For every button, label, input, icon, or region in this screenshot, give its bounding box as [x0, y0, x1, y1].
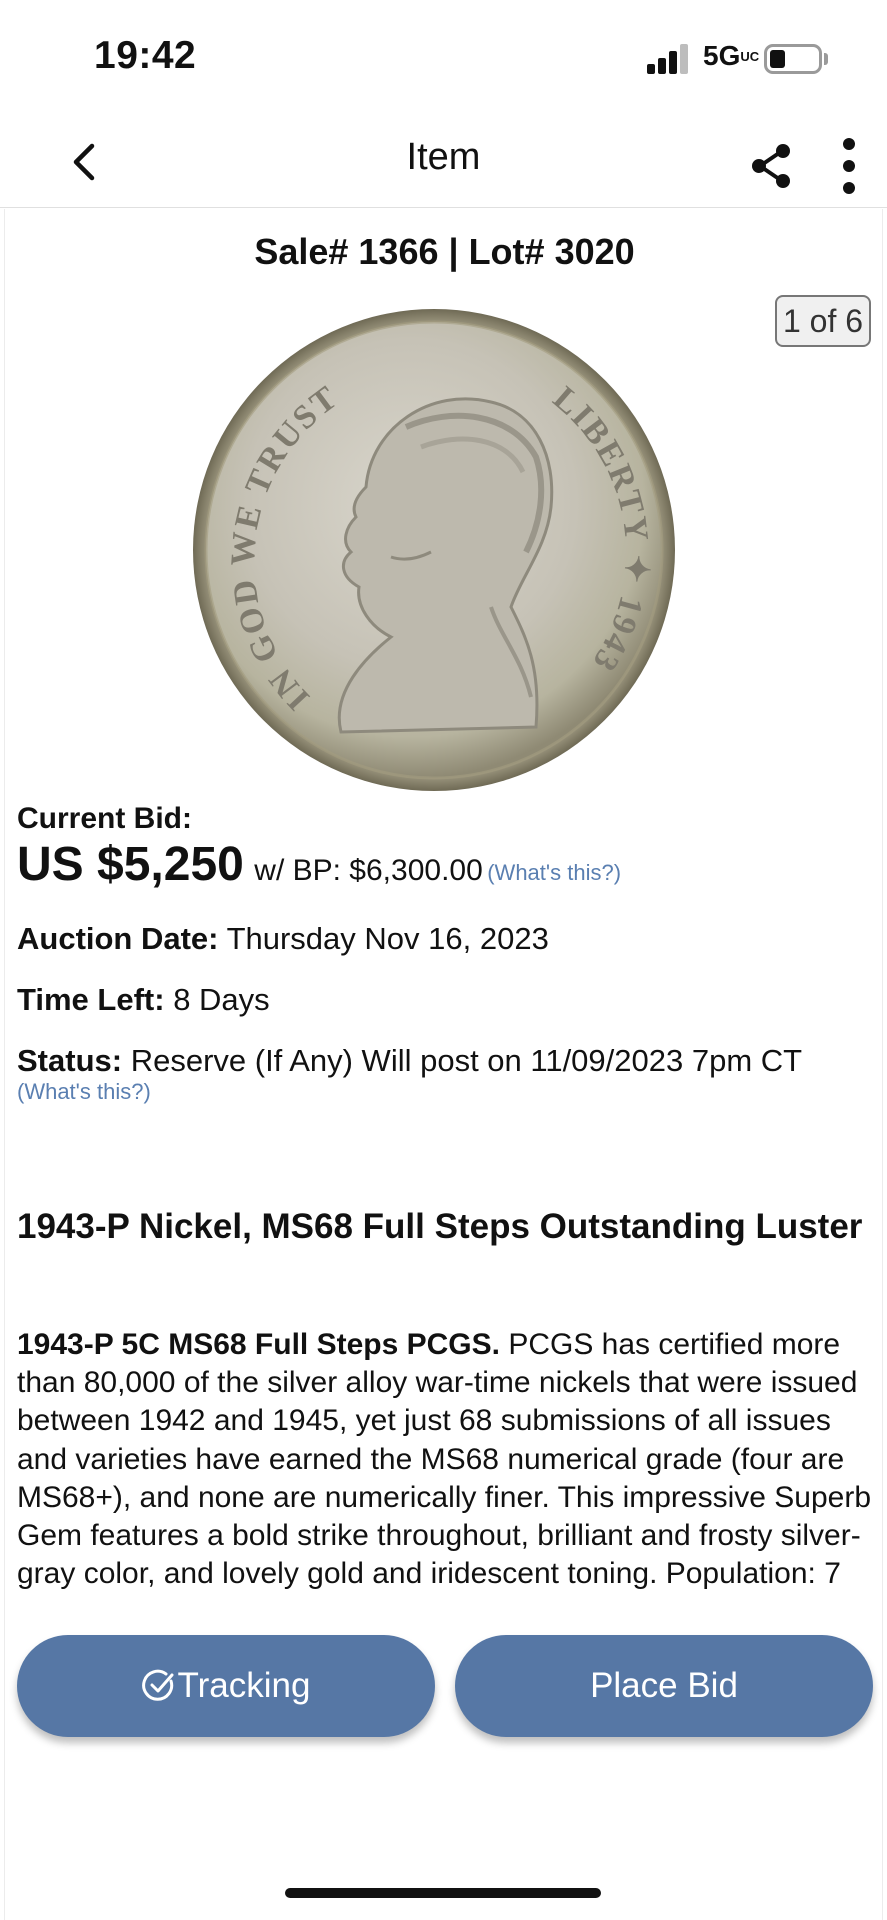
battery-icon: [764, 44, 822, 74]
image-counter[interactable]: 1 of 6: [775, 295, 871, 347]
share-icon: [752, 144, 790, 188]
network-suffix: UC: [740, 49, 760, 64]
signal-bars-icon: [647, 44, 689, 74]
time-left-label: Time Left:: [17, 982, 165, 1017]
tracking-button[interactable]: Tracking: [17, 1635, 435, 1737]
lot-description: 1943-P 5C MS68 Full Steps PCGS. PCGS has…: [17, 1326, 879, 1617]
current-bid-amount: US $5,250: [17, 838, 244, 891]
whats-this-status-link[interactable]: (What's this?): [17, 1079, 151, 1105]
tracking-label: Tracking: [177, 1666, 311, 1705]
coin-image[interactable]: IN GOD WE TRUST LIBERTY ✦ 1943: [191, 307, 677, 793]
time-left-row: Time Left: 8 Days: [17, 982, 270, 1018]
current-bid-row: US $5,250 w/ BP: $6,300.00 (What's this?…: [17, 837, 621, 892]
more-options-button[interactable]: [830, 136, 868, 196]
lot-headline: 1943-P Nickel, MS68 Full Steps Outstandi…: [17, 1207, 863, 1246]
time-left-value: 8 Days: [173, 982, 270, 1017]
place-bid-button[interactable]: Place Bid: [455, 1635, 873, 1737]
auction-date-value: Thursday Nov 16, 2023: [226, 921, 549, 956]
description-body: PCGS has certified more than 80,000 of t…: [17, 1328, 872, 1591]
more-vertical-icon: [843, 138, 855, 194]
nav-bar: Item: [0, 118, 887, 208]
current-bid-label: Current Bid:: [17, 802, 192, 835]
whats-this-bp-link[interactable]: (What's this?): [487, 860, 621, 885]
place-bid-label: Place Bid: [590, 1666, 738, 1705]
status-row: Status: Reserve (If Any) Will post on 11…: [17, 1043, 802, 1079]
network-label: 5G: [703, 40, 741, 71]
battery-tip: [824, 53, 828, 65]
auction-date-row: Auction Date: Thursday Nov 16, 2023: [17, 921, 549, 957]
network-type: 5GUC: [703, 40, 760, 72]
status-label: Status:: [17, 1043, 123, 1078]
coin-picture: IN GOD WE TRUST LIBERTY ✦ 1943: [193, 309, 675, 791]
share-button[interactable]: [748, 142, 796, 190]
status-time: 19:42: [94, 34, 197, 77]
item-detail: Sale# 1366 | Lot# 3020 1 of 6 IN GOD WE …: [4, 209, 883, 1920]
buyers-premium-text: w/ BP: $6,300.00: [254, 854, 483, 887]
status-value: Reserve (If Any) Will post on 11/09/2023…: [130, 1043, 803, 1078]
home-indicator[interactable]: [285, 1888, 601, 1898]
description-lead: 1943-P 5C MS68 Full Steps PCGS.: [17, 1328, 500, 1361]
status-bar: 19:42 5GUC: [0, 0, 887, 118]
sale-lot-number: Sale# 1366 | Lot# 3020: [254, 231, 635, 272]
check-circle-icon: [141, 1669, 174, 1701]
auction-date-label: Auction Date:: [17, 921, 219, 956]
